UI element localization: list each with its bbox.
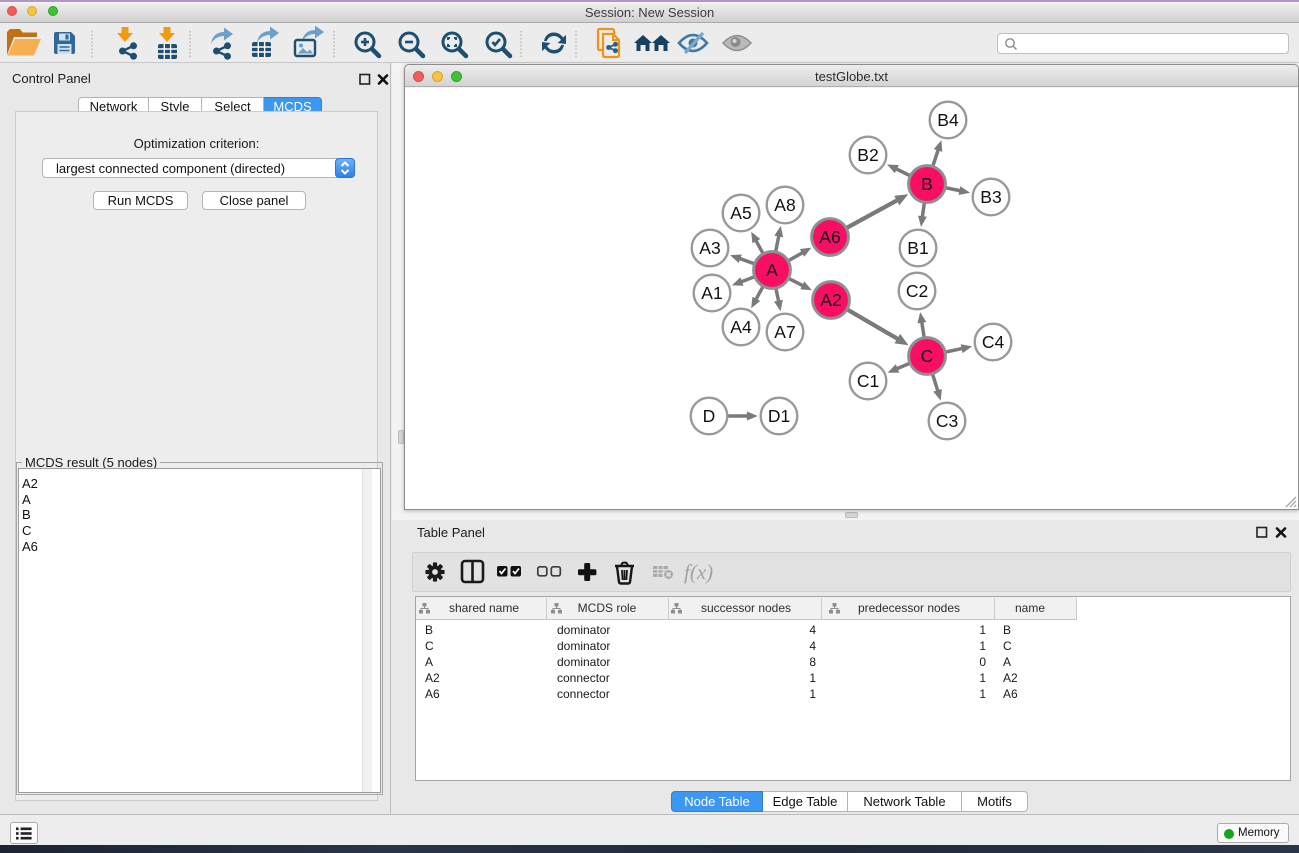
svg-text:D: D [703,406,716,426]
svg-text:B4: B4 [937,110,959,130]
svg-text:A7: A7 [774,322,795,342]
svg-text:A5: A5 [730,203,751,223]
svg-text:A3: A3 [699,238,720,258]
svg-text:A6: A6 [819,227,840,247]
svg-text:B3: B3 [980,187,1001,207]
svg-text:C: C [921,346,934,366]
svg-text:C2: C2 [906,281,928,301]
svg-text:successor nodes: successor nodes [701,601,791,615]
svg-text:C3: C3 [936,411,958,431]
svg-text:name: name [1015,601,1045,615]
svg-text:B: B [921,174,933,194]
svg-text:A1: A1 [701,283,722,303]
svg-text:C4: C4 [982,332,1005,352]
svg-text:D1: D1 [768,406,790,426]
svg-text:predecessor nodes: predecessor nodes [858,601,960,615]
svg-text:B1: B1 [907,238,928,258]
svg-text:f(x): f(x) [684,560,713,584]
svg-text:shared name: shared name [449,601,519,615]
svg-text:C1: C1 [857,371,879,391]
svg-text:B2: B2 [857,145,878,165]
svg-text:A: A [766,260,778,280]
svg-text:A8: A8 [774,195,795,215]
svg-text:A2: A2 [820,290,841,310]
svg-text:MCDS role: MCDS role [578,601,637,615]
svg-text:A4: A4 [730,317,752,337]
